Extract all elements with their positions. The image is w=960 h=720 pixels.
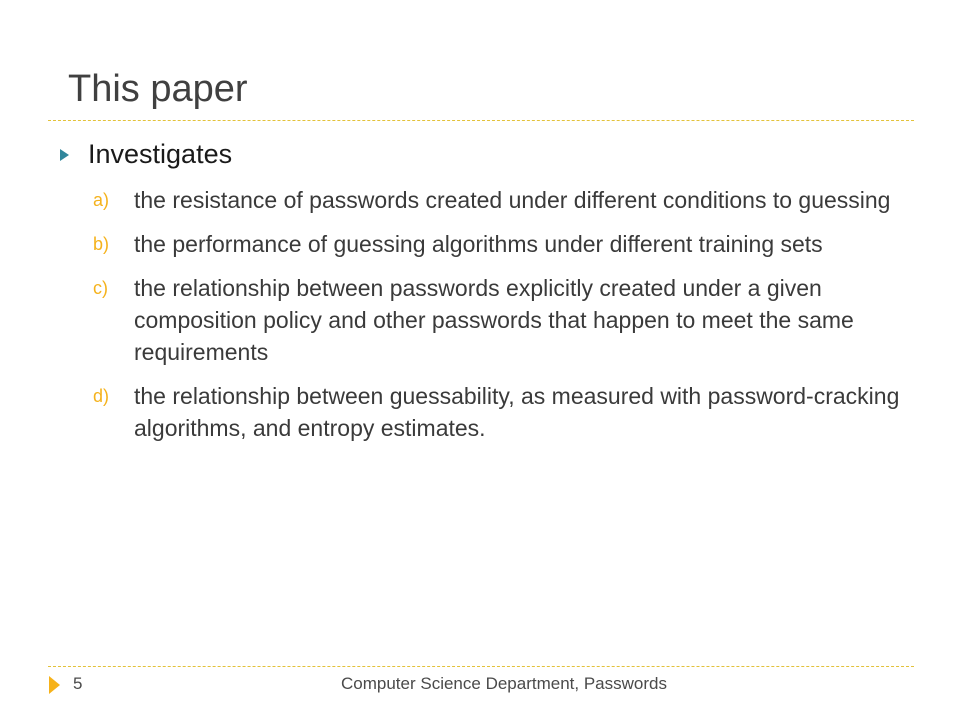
list-marker: b) xyxy=(93,234,110,254)
list-marker: a) xyxy=(93,190,110,210)
list-item-text: the performance of guessing algorithms u… xyxy=(134,231,823,257)
list-item: a) the resistance of passwords created u… xyxy=(93,184,913,216)
list-item-text: the relationship between guessability, a… xyxy=(134,383,900,441)
list-item: b) the performance of guessing algorithm… xyxy=(93,228,913,260)
sub-bullet-list: a) the resistance of passwords created u… xyxy=(93,184,913,456)
footer-triangle-icon xyxy=(49,676,60,694)
list-item: c) the relationship between passwords ex… xyxy=(93,272,913,368)
footer-divider xyxy=(48,666,914,667)
list-marker: d) xyxy=(93,386,110,406)
title-divider xyxy=(48,120,914,121)
bullet-text: Investigates xyxy=(88,139,233,169)
page-number: 5 xyxy=(73,674,83,693)
slide-title: This paper xyxy=(68,68,248,110)
list-marker: c) xyxy=(93,278,108,298)
list-item-text: the resistance of passwords created unde… xyxy=(134,187,891,213)
triangle-bullet-icon xyxy=(60,148,69,161)
list-item: d) the relationship between guessability… xyxy=(93,380,913,444)
list-item-text: the relationship between passwords expli… xyxy=(134,275,854,365)
bullet-investigates: Investigates xyxy=(60,139,232,170)
footer-text: Computer Science Department, Passwords xyxy=(341,674,667,693)
